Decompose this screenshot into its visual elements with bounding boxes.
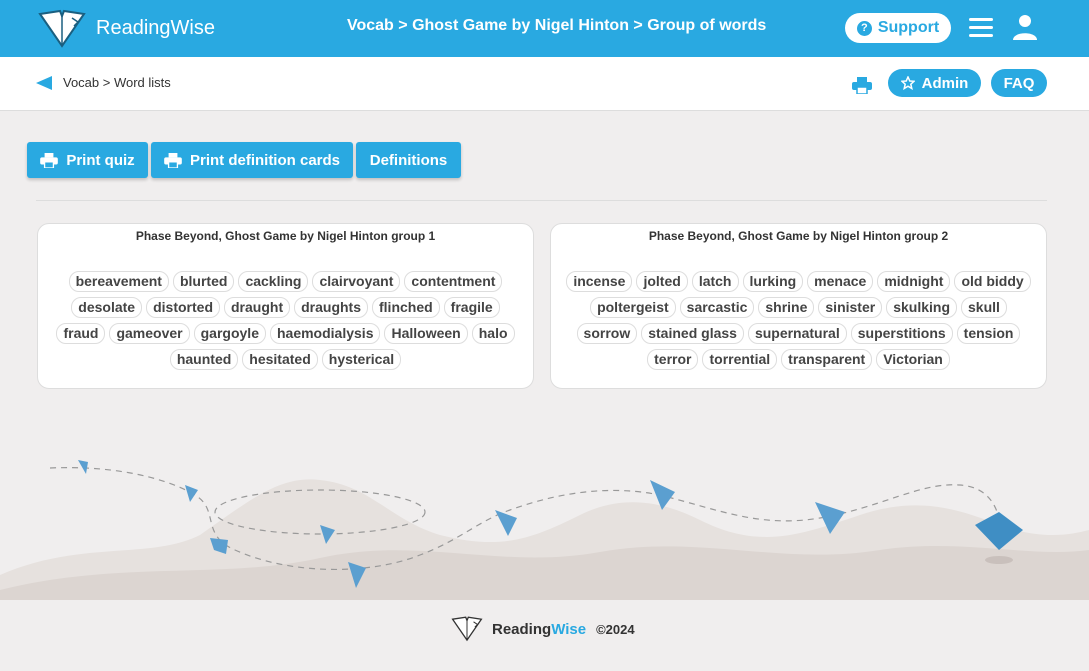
word-chip[interactable]: poltergeist [590,297,676,318]
user-icon[interactable] [1011,13,1039,41]
word-chip[interactable]: clairvoyant [312,271,401,292]
hamburger-menu-icon[interactable] [969,18,993,38]
sub-bar: Vocab > Word lists Admin FAQ [0,57,1089,111]
divider [36,200,1047,201]
word-chip[interactable]: haunted [169,349,239,370]
word-chip[interactable]: sinister [818,297,883,318]
word-chip[interactable]: draught [224,297,291,318]
footer-brand-wise: Wise [551,620,587,638]
print-quiz-label: Print quiz [66,151,135,169]
word-group-panel-1: Phase Beyond, Ghost Game by Nigel Hinton… [37,223,534,389]
word-chip[interactable]: menace [807,271,874,292]
word-chip[interactable]: bereavement [68,271,169,292]
word-chip[interactable]: cackling [238,271,309,292]
word-list: incense jolted latch lurking menace midnight o… [551,271,1046,370]
definitions-button[interactable]: Definitions [356,142,461,178]
word-chip[interactable]: hysterical [321,349,402,370]
word-chip[interactable]: hesitated [242,349,318,370]
word-chip[interactable]: haemodialysis [269,323,381,344]
word-chip[interactable]: sorrow [576,323,638,344]
page-breadcrumb: Vocab > Ghost Game by Nigel Hinton > Gro… [347,17,767,34]
word-chip[interactable]: skull [961,297,1007,318]
print-definition-cards-button[interactable]: Print definition cards [151,142,353,178]
group-title: Phase Beyond, Ghost Game by Nigel Hinton… [648,229,949,243]
word-chip[interactable]: tension [956,323,1021,344]
star-icon [900,76,915,90]
admin-button[interactable]: Admin [888,69,981,97]
word-chip[interactable]: fraud [56,323,106,344]
word-chip[interactable]: flinched [372,297,440,318]
word-chip[interactable]: midnight [877,271,951,292]
word-chip[interactable]: contentment [404,271,503,292]
word-chip[interactable]: shrine [758,297,815,318]
word-chip[interactable]: stained glass [641,323,744,344]
word-chip[interactable]: lurking [742,271,804,292]
word-chip[interactable]: desolate [71,297,143,318]
brand-name[interactable]: ReadingWise [96,17,215,40]
word-chip[interactable]: terror [647,349,699,370]
word-chip[interactable]: supernatural [747,323,847,344]
word-chip[interactable]: blurted [172,271,235,292]
decorative-landscape [0,460,1089,600]
word-chip[interactable]: sarcastic [679,297,755,318]
word-chip[interactable]: gargoyle [193,323,266,344]
footer-brand-reading: Reading [492,620,552,638]
print-cards-label: Print definition cards [189,151,340,169]
word-chip[interactable]: jolted [636,271,688,292]
support-label: Support [877,19,940,36]
print-quiz-button[interactable]: Print quiz [27,142,148,178]
word-chip[interactable]: old biddy [954,271,1031,292]
print-icon [164,152,182,168]
sub-breadcrumb[interactable]: Vocab > Word lists [63,75,171,90]
word-chip[interactable]: halo [471,323,515,344]
word-chip[interactable]: draughts [294,297,368,318]
footer: ReadingWise ©2024 [450,615,635,643]
word-chip[interactable]: skulking [886,297,957,318]
question-icon: ? [856,20,872,36]
word-group-panel-2: Phase Beyond, Ghost Game by Nigel Hinton… [550,223,1047,389]
back-arrow-icon[interactable] [36,76,54,90]
copyright: ©2024 [596,621,635,637]
word-chip[interactable]: latch [691,271,739,292]
word-chip[interactable]: incense [566,271,633,292]
word-chip[interactable]: Victorian [876,349,950,370]
print-icon [40,152,59,168]
word-chip[interactable]: transparent [781,349,873,370]
word-chip[interactable]: superstitions [850,323,953,344]
word-chip[interactable]: Halloween [384,323,468,344]
admin-label: Admin [921,74,969,92]
faq-button[interactable]: FAQ [991,69,1047,97]
word-chip[interactable]: gameover [109,323,190,344]
footer-brand: ReadingWise [492,621,586,638]
word-chip[interactable]: torrential [702,349,778,370]
print-icon[interactable] [852,77,872,94]
word-chip[interactable]: fragile [443,297,500,318]
word-list: bereavement blurted cackling clairvoyant con… [38,271,533,370]
group-title: Phase Beyond, Ghost Game by Nigel Hinton… [135,229,436,243]
top-bar: ReadingWise Vocab > Ghost Game by Nigel … [0,0,1089,57]
readingwise-logo-icon [451,616,483,642]
support-button[interactable]: ? Support [845,13,951,43]
word-chip[interactable]: distorted [146,297,220,318]
readingwise-logo-icon[interactable] [36,8,88,50]
